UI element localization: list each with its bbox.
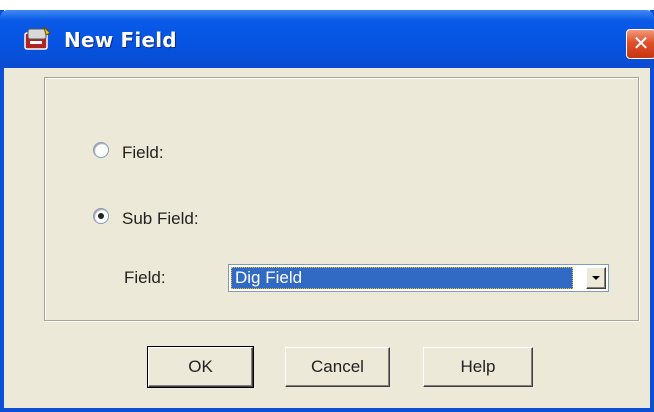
field-select[interactable]: Dig Field bbox=[228, 264, 609, 292]
field-radio[interactable] bbox=[93, 142, 109, 158]
help-button[interactable]: Help bbox=[423, 347, 533, 387]
window-title: New Field bbox=[64, 28, 177, 52]
dropdown-arrow-icon[interactable] bbox=[586, 267, 606, 289]
close-button[interactable]: ✕ bbox=[626, 29, 654, 59]
ok-button[interactable]: OK bbox=[147, 346, 254, 388]
app-icon bbox=[24, 25, 51, 50]
sub-field-radio[interactable] bbox=[93, 208, 109, 224]
cancel-button[interactable]: Cancel bbox=[285, 347, 390, 387]
field-radio-label[interactable]: Field: bbox=[122, 143, 164, 163]
close-icon: ✕ bbox=[632, 31, 650, 55]
sub-field-radio-label[interactable]: Sub Field: bbox=[122, 209, 199, 229]
title-bar[interactable]: New Field bbox=[0, 10, 654, 68]
field-select-value[interactable]: Dig Field bbox=[231, 267, 573, 289]
radio-selected-dot bbox=[98, 213, 104, 219]
field-select-label: Field: bbox=[124, 268, 166, 287]
